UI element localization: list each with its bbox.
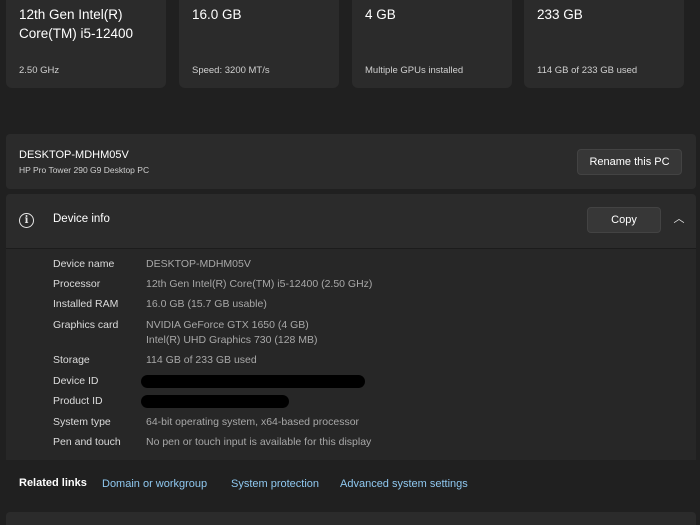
spec-cards: 12th Gen Intel(R) Core(TM) i5-12400 2.50… <box>6 0 696 88</box>
spec-label: Device name <box>53 258 115 270</box>
gpu-card-sub: Multiple GPUs installed <box>365 65 464 76</box>
next-section-bar <box>6 512 696 525</box>
pc-model: HP Pro Tower 290 G9 Desktop PC <box>19 165 150 175</box>
spec-value: Intel(R) UHD Graphics 730 (128 MB) <box>146 334 318 346</box>
link-domain-workgroup[interactable]: Domain or workgroup <box>102 478 207 490</box>
ram-card-title: 16.0 GB <box>192 7 242 22</box>
device-info-title: Device info <box>53 213 110 225</box>
related-links: Related links Domain or workgroup System… <box>6 460 696 508</box>
spec-value: DESKTOP-MDHM05V <box>146 258 251 270</box>
copy-button[interactable]: Copy <box>587 207 661 233</box>
pc-name-bar: DESKTOP-MDHM05V HP Pro Tower 290 G9 Desk… <box>6 134 696 189</box>
device-info-header[interactable]: i Device info Copy ︿ <box>6 194 696 249</box>
chevron-up-icon[interactable]: ︿ <box>671 211 687 227</box>
spec-label: Pen and touch <box>53 436 121 448</box>
storage-card-title: 233 GB <box>537 7 583 22</box>
spec-label: Installed RAM <box>53 298 119 310</box>
spec-value: 16.0 GB (15.7 GB usable) <box>146 298 267 310</box>
storage-card: 233 GB 114 GB of 233 GB used <box>524 0 684 88</box>
processor-card: 12th Gen Intel(R) Core(TM) i5-12400 2.50… <box>6 0 166 88</box>
ram-card: 16.0 GB Speed: 3200 MT/s <box>179 0 339 88</box>
redaction-product-id <box>141 395 289 408</box>
gpu-card-title: 4 GB <box>365 7 396 22</box>
spec-value: No pen or touch input is available for t… <box>146 436 372 448</box>
spec-value: 12th Gen Intel(R) Core(TM) i5-12400 (2.5… <box>146 278 373 290</box>
spec-label: Storage <box>53 354 90 366</box>
spec-label: System type <box>53 416 111 428</box>
spec-value: 114 GB of 233 GB used <box>146 354 257 366</box>
spec-label: Graphics card <box>53 319 119 331</box>
processor-card-title: 12th Gen Intel(R) Core(TM) i5-12400 <box>19 7 134 41</box>
processor-card-sub: 2.50 GHz <box>19 65 60 76</box>
info-icon: i <box>19 213 34 228</box>
ram-card-sub: Speed: 3200 MT/s <box>192 65 270 76</box>
spec-value: 64-bit operating system, x64-based proce… <box>146 416 360 428</box>
redaction-device-id <box>141 375 365 388</box>
device-info-panel: i Device info Copy ︿ Device name DESKTOP… <box>6 194 696 460</box>
spec-label: Device ID <box>53 375 99 387</box>
rename-pc-button[interactable]: Rename this PC <box>577 149 682 175</box>
about-settings-page: 12th Gen Intel(R) Core(TM) i5-12400 2.50… <box>0 0 700 525</box>
spec-label: Product ID <box>53 395 103 407</box>
spec-value: NVIDIA GeForce GTX 1650 (4 GB) <box>146 319 309 331</box>
pc-name: DESKTOP-MDHM05V <box>19 149 129 161</box>
link-system-protection[interactable]: System protection <box>231 478 319 490</box>
link-advanced-system-settings[interactable]: Advanced system settings <box>340 478 468 490</box>
spec-label: Processor <box>53 278 101 290</box>
related-links-title: Related links <box>19 477 87 489</box>
storage-card-sub: 114 GB of 233 GB used <box>537 65 638 76</box>
gpu-card: 4 GB Multiple GPUs installed <box>352 0 512 88</box>
